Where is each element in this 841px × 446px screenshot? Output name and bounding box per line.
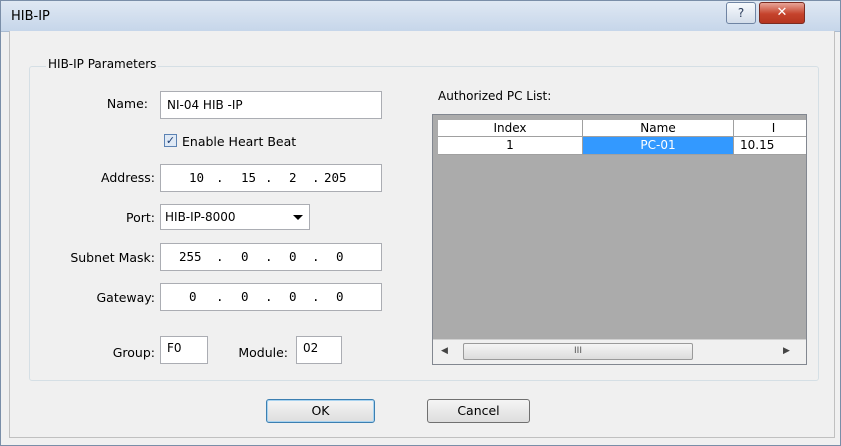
help-button[interactable]: ? <box>726 2 756 24</box>
ip-octet: 255 <box>179 249 202 264</box>
help-icon: ? <box>737 6 745 20</box>
title-bar: HIB-IP ? ✕ <box>1 1 840 32</box>
close-icon: ✕ <box>776 5 788 20</box>
cancel-button[interactable]: Cancel <box>427 399 530 423</box>
horizontal-scrollbar[interactable]: ◀ III ▶ <box>433 339 806 364</box>
ip-octet: 0 <box>241 249 249 264</box>
port-select-value: HIB-IP-8000 <box>165 210 236 224</box>
check-icon: ✓ <box>165 134 176 147</box>
close-button[interactable]: ✕ <box>759 2 805 24</box>
heartbeat-label: Enable Heart Beat <box>182 134 297 149</box>
gateway-field[interactable]: 0 . 0 . 0 . 0 <box>160 283 382 311</box>
column-header-ip[interactable]: I <box>734 120 806 137</box>
module-label: Module: <box>238 345 288 360</box>
ip-octet: 10 <box>189 170 205 185</box>
group-label: Group: <box>112 345 155 360</box>
authorized-pc-grid[interactable]: Index Name I 1 PC-01 10.15 ◀ III ▶ <box>432 114 807 365</box>
subnet-mask-field[interactable]: 255 . 0 . 0 . 0 <box>160 243 382 271</box>
ip-octet: 0 <box>289 249 297 264</box>
ok-button[interactable]: OK <box>266 399 375 423</box>
group-input[interactable]: F0 <box>160 336 208 364</box>
address-label: Address: <box>101 170 155 185</box>
ip-octet: 0 <box>241 289 249 304</box>
ip-octet: 0 <box>189 289 197 304</box>
scroll-right-icon[interactable]: ▶ <box>783 346 790 356</box>
parameters-group-title: HIB-IP Parameters <box>46 57 159 71</box>
address-field[interactable]: 10 . 15 . 2 . 205 <box>160 164 382 192</box>
scroll-left-icon[interactable]: ◀ <box>441 346 448 356</box>
ip-octet: 0 <box>289 289 297 304</box>
table-cell-index[interactable]: 1 <box>438 137 583 155</box>
ip-octet: 2 <box>289 170 297 185</box>
ip-octet: 205 <box>324 170 347 185</box>
column-header-index[interactable]: Index <box>438 120 583 137</box>
window-title: HIB-IP <box>11 9 50 24</box>
module-input[interactable]: 02 <box>296 336 342 364</box>
subnet-mask-label: Subnet Mask: <box>70 250 155 265</box>
heartbeat-checkbox[interactable]: ✓ <box>164 134 177 147</box>
ip-octet: 0 <box>336 249 344 264</box>
ip-octet: 0 <box>336 289 344 304</box>
dropdown-arrow-icon <box>293 215 303 220</box>
name-label: Name: <box>106 96 148 111</box>
authorized-pc-list-title: Authorized PC List: <box>438 89 552 103</box>
ip-octet: 15 <box>241 170 257 185</box>
name-input[interactable]: NI-04 HIB -IP <box>160 91 382 119</box>
port-label: Port: <box>126 210 155 225</box>
scroll-thumb[interactable]: III <box>463 343 693 360</box>
table-cell-name[interactable]: PC-01 <box>583 137 734 155</box>
table-cell-ip[interactable]: 10.15 <box>734 137 806 155</box>
port-select[interactable]: HIB-IP-8000 <box>160 204 310 230</box>
column-header-name[interactable]: Name <box>583 120 734 137</box>
gateway-label: Gateway: <box>96 290 155 305</box>
